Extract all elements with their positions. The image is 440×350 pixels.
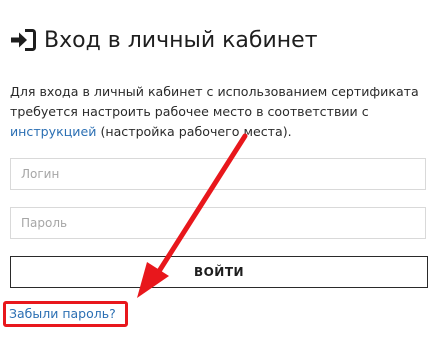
login-button[interactable]: ВОЙТИ	[10, 256, 428, 288]
page-header: Вход в личный кабинет	[10, 24, 318, 56]
login-icon	[10, 29, 36, 51]
description-text-after: (настройка рабочего места).	[96, 124, 292, 139]
description-text: Для входа в личный кабинет с использован…	[10, 84, 419, 119]
description: Для входа в личный кабинет с использован…	[10, 82, 435, 142]
forgot-password-link[interactable]: Забыли пароль?	[9, 306, 116, 321]
login-input[interactable]	[10, 158, 426, 190]
instruction-link[interactable]: инструкцией	[10, 124, 96, 139]
password-input[interactable]	[10, 207, 426, 239]
page-title: Вход в личный кабинет	[44, 27, 318, 53]
login-page: Вход в личный кабинет Для входа в личный…	[0, 0, 440, 350]
